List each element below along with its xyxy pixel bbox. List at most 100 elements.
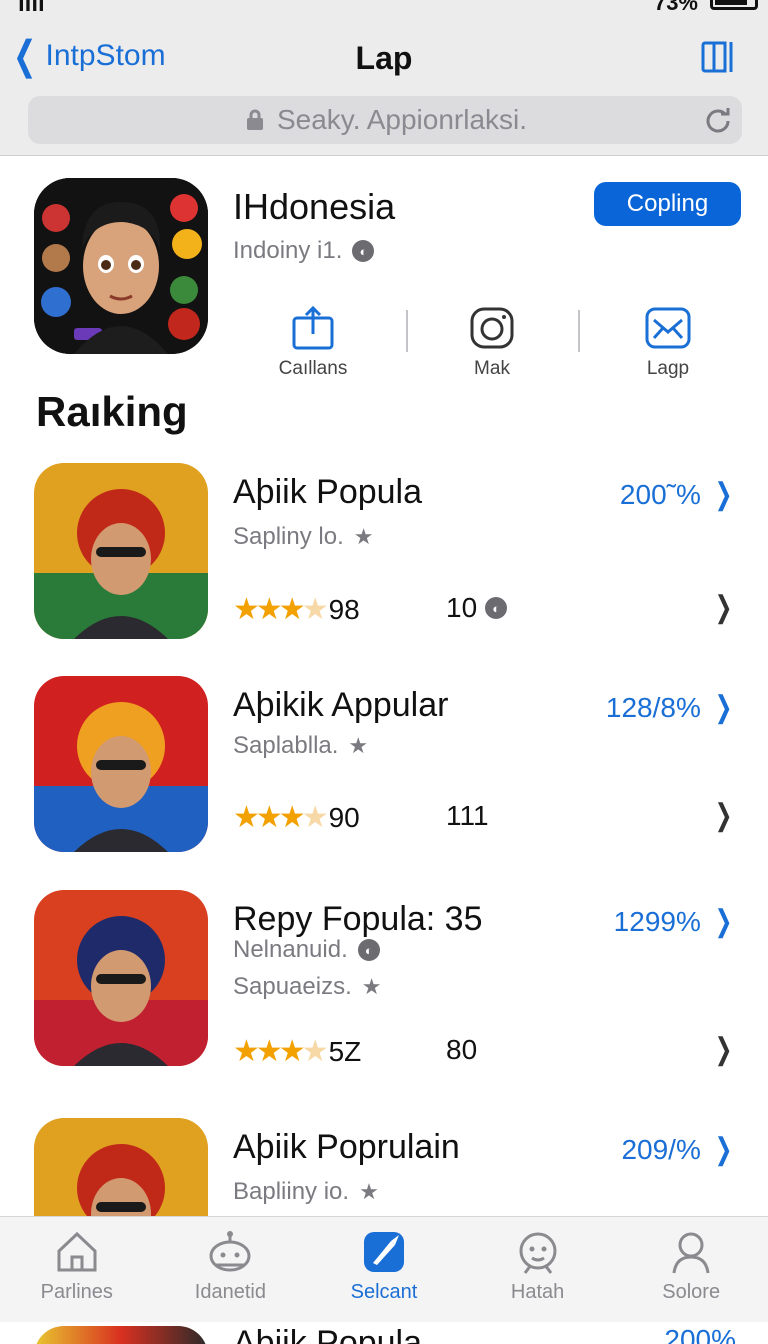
person-icon	[672, 1232, 710, 1274]
hero-app-icon[interactable]	[34, 178, 208, 354]
page-title: Lap	[355, 40, 413, 76]
signal-indicator: ıııı	[18, 0, 45, 17]
divider	[406, 310, 408, 352]
divider	[578, 310, 580, 352]
star-icon: ★	[361, 974, 382, 999]
home-icon	[57, 1231, 97, 1272]
app-percent[interactable]: 128/8% ❯	[606, 690, 736, 725]
tab-bar: Parlines Idanetid Selcant Hatah Solore	[0, 1216, 768, 1322]
chevron-right-icon[interactable]: ❯	[715, 1032, 733, 1067]
mail-action-label: Lagp	[646, 358, 690, 379]
app-percent-value: 1299%	[613, 905, 701, 937]
app-meta-text: Sapliny lo.	[233, 523, 344, 550]
app-icon	[34, 1326, 208, 1344]
star-rating-icon: ★★★★	[233, 593, 329, 626]
camera-icon	[470, 307, 514, 349]
app-percent[interactable]: 209/% ❯	[621, 1132, 736, 1167]
app-name: Aþikik Appular	[233, 686, 449, 724]
app-rating: ★★★★ 98	[233, 592, 360, 627]
section-title: Raıking	[36, 388, 188, 435]
rating-value: 5Z	[328, 1035, 362, 1067]
tabs-icon[interactable]	[700, 38, 738, 76]
globe-icon: ◐	[485, 597, 508, 619]
star-rating-icon: ★★★★	[233, 1035, 329, 1068]
star-rating-icon: ★★★★	[233, 801, 329, 834]
app-rating: ★★★★ 90	[233, 800, 360, 835]
compass-icon	[363, 1232, 404, 1272]
tab-label: Idanetid	[194, 1281, 266, 1303]
app-rating: ★★★★ 5Z	[233, 1034, 361, 1069]
chevron-right-icon: ❯	[714, 691, 733, 724]
app-percent-value: 200˜%	[619, 478, 701, 510]
mail-action[interactable]: Lagp	[613, 306, 723, 380]
chevron-right-icon: ❯	[714, 478, 733, 511]
review-count-value: 111	[446, 800, 489, 831]
tab-solore[interactable]: Solore	[614, 1217, 768, 1322]
battery-percent: 73%	[653, 0, 698, 15]
app-percent: 200%	[664, 1324, 736, 1344]
app-icon	[34, 463, 208, 639]
chevron-right-icon[interactable]: ❯	[715, 798, 733, 833]
face-icon	[519, 1232, 557, 1274]
app-meta-text: Bapliiny io.	[233, 1178, 350, 1205]
chevron-right-icon: ❯	[714, 1133, 733, 1166]
hero-subtitle-text: Indoiny i1.	[233, 237, 343, 264]
review-count-value: 10	[446, 592, 478, 623]
app-icon	[34, 890, 208, 1066]
app-percent[interactable]: 1299% ❯	[614, 904, 736, 939]
app-name: Aþiik Poprulain	[233, 1128, 460, 1166]
camera-action-label: Mak	[474, 358, 510, 379]
app-icon	[34, 676, 208, 852]
battery-icon	[710, 0, 758, 10]
search-bar[interactable]: Seaky. Appionrlaksi.	[28, 96, 742, 144]
search-placeholder: Seaky. Appionrlaksi.	[276, 104, 528, 135]
tab-label: Selcant	[350, 1281, 418, 1303]
app-meta: Nelnanuid. ◐	[233, 936, 380, 964]
app-meta-text: Nelnanuid.	[233, 936, 348, 963]
camera-action[interactable]: Mak	[437, 306, 547, 380]
chevron-right-icon: ❯	[714, 905, 733, 938]
robot-icon	[209, 1231, 251, 1272]
app-meta: Sapliny lo. ★	[233, 523, 373, 551]
star-icon: ★	[348, 733, 369, 758]
mail-icon	[645, 307, 691, 349]
hero-app-subtitle: Indoiny i1. ◐	[233, 237, 375, 265]
get-button[interactable]: Copling	[594, 182, 741, 226]
app-name: Repy Fopula: 35	[233, 900, 483, 938]
globe-icon: ◐	[352, 240, 375, 262]
globe-icon: ◐	[357, 939, 380, 961]
app-meta: Sapuaeizs. ★	[233, 973, 381, 1001]
app-meta-text: Sapuaeizs.	[233, 973, 352, 1000]
status-bar: ıııı 73%	[0, 0, 768, 20]
tab-parlines[interactable]: Parlines	[0, 1217, 154, 1322]
chevron-right-icon[interactable]: ❯	[715, 590, 733, 625]
app-percent-value: 209/%	[621, 1133, 701, 1165]
app-name: Aþiik Popula	[233, 1324, 423, 1344]
rating-value: 90	[328, 801, 360, 833]
app-meta: Saplablla. ★	[233, 732, 368, 760]
app-percent[interactable]: 200˜% ❯	[620, 477, 736, 512]
review-count-value: 80	[446, 1034, 478, 1065]
review-count: 10 ◐	[446, 592, 508, 624]
star-icon: ★	[353, 524, 374, 549]
share-icon	[292, 306, 334, 350]
share-action[interactable]: Caıllans	[258, 306, 368, 380]
tab-label: Hatah	[510, 1281, 565, 1303]
reload-icon[interactable]	[704, 106, 732, 134]
tab-hatah[interactable]: Hatah	[461, 1217, 615, 1322]
hero-app-name: IHdonesia	[233, 186, 396, 227]
app-percent-value: 128/8%	[605, 691, 701, 723]
star-icon: ★	[359, 1179, 379, 1204]
tab-idanetid[interactable]: Idanetid	[154, 1217, 308, 1322]
review-count: 111	[446, 800, 489, 832]
app-meta: Bapliiny io. ★	[233, 1178, 379, 1206]
review-count: 80	[446, 1034, 477, 1066]
tab-selcant[interactable]: Selcant	[307, 1217, 461, 1322]
navigation-bar: ❮ IntpStom Lap Seaky. Appionrlaksi.	[0, 20, 768, 156]
share-action-label: Caıllans	[278, 358, 348, 379]
list-item-peek[interactable]: Aþiik Popula 200%	[0, 1322, 768, 1344]
app-name: Aþiik Popula	[233, 473, 423, 511]
app-meta-text: Saplablla.	[233, 732, 339, 759]
rating-value: 98	[328, 593, 360, 625]
tab-label: Solore	[662, 1281, 721, 1303]
